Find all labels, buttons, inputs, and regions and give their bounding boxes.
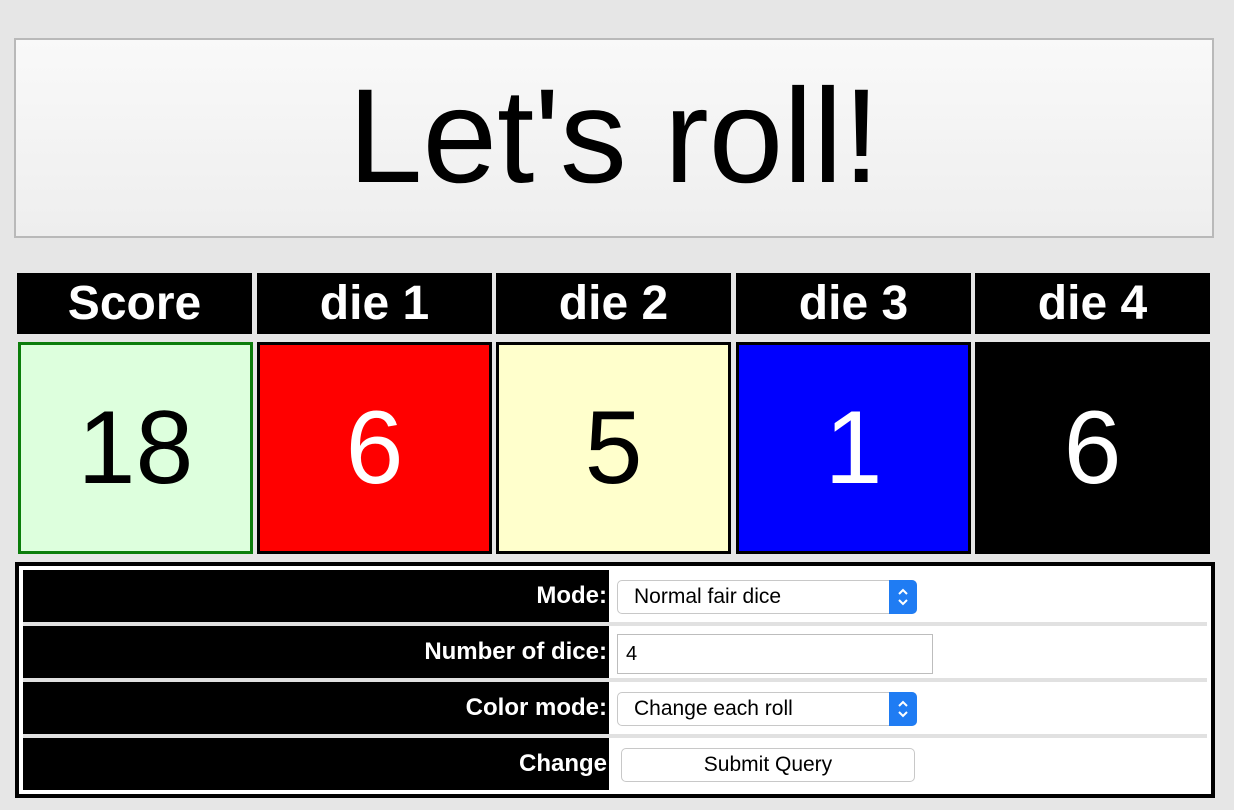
settings-form: Mode: Normal fair dice Number of dice: 4… <box>15 562 1215 798</box>
num-dice-input[interactable] <box>617 634 933 674</box>
change-label: Change <box>23 738 609 790</box>
color-mode-label: Color mode: <box>23 682 609 734</box>
change-field-cell: Submit Query <box>611 738 1207 790</box>
mode-select[interactable]: Normal fair dice <box>617 580 917 614</box>
mode-row: Mode: Normal fair dice <box>23 570 1207 622</box>
mode-select-value: Normal fair dice <box>634 585 782 608</box>
die-2-value: 5 <box>496 342 731 554</box>
header-die-3: die 3 <box>736 273 971 334</box>
header-score: Score <box>17 273 252 334</box>
color-mode-select[interactable]: Change each roll <box>617 692 917 726</box>
num-dice-row: Number of dice: <box>23 626 1207 678</box>
score-value: 18 <box>18 342 253 554</box>
die-4-value: 6 <box>975 342 1210 554</box>
color-mode-field-cell: Change each roll <box>611 682 1207 734</box>
select-updown-icon[interactable] <box>889 580 917 614</box>
page-title: Let's roll! <box>347 62 880 211</box>
die-3-value: 1 <box>736 342 971 554</box>
title-banner: Let's roll! <box>14 38 1214 238</box>
mode-field-cell: Normal fair dice <box>611 570 1207 622</box>
select-updown-icon[interactable] <box>889 692 917 726</box>
color-mode-select-value: Change each roll <box>634 697 793 720</box>
dice-header-row: Score die 1 die 2 die 3 die 4 <box>17 273 1211 334</box>
header-die-4: die 4 <box>975 273 1210 334</box>
mode-label: Mode: <box>23 570 609 622</box>
num-dice-label: Number of dice: <box>23 626 609 678</box>
header-die-2: die 2 <box>496 273 731 334</box>
dice-roller-page: Let's roll! Score die 1 die 2 die 3 die … <box>0 0 1234 810</box>
dice-value-row: 18 6 5 1 6 <box>17 342 1211 554</box>
color-mode-row: Color mode: Change each roll <box>23 682 1207 734</box>
die-1-value: 6 <box>257 342 492 554</box>
submit-query-button[interactable]: Submit Query <box>621 748 915 782</box>
header-die-1: die 1 <box>257 273 492 334</box>
change-row: Change Submit Query <box>23 738 1207 790</box>
num-dice-field-cell <box>611 626 1207 678</box>
